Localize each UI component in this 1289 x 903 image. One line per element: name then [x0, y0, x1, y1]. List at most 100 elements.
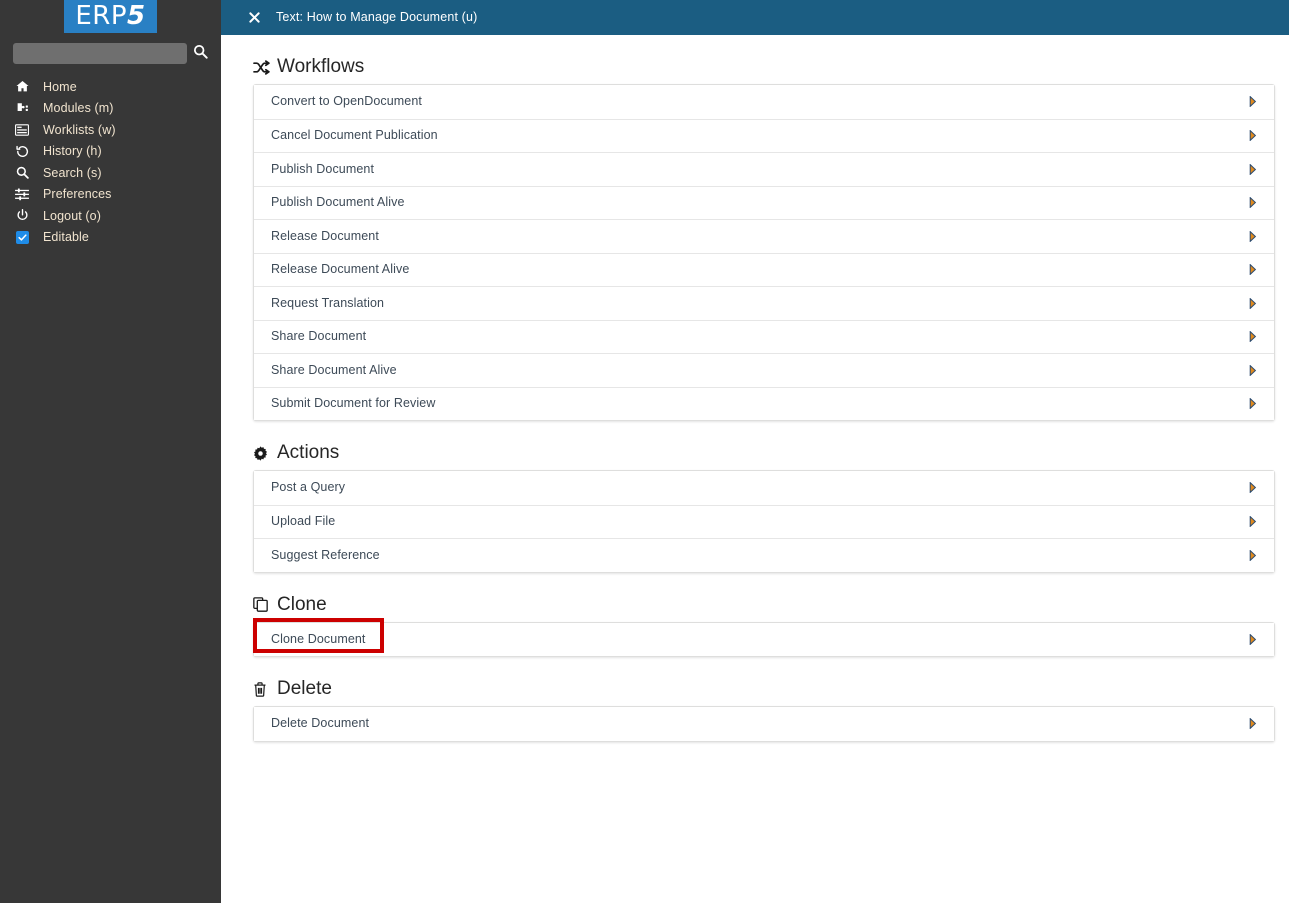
workflow-row[interactable]: Submit Document for Review: [254, 386, 1274, 420]
chevron-right-icon: [1248, 197, 1258, 209]
row-label: Publish Document Alive: [271, 195, 405, 210]
page-title: Text: How to Manage Document (u): [276, 10, 478, 24]
gear-icon: [253, 445, 270, 461]
section-header: Delete: [221, 676, 1289, 702]
logo-accent: 5: [127, 1, 146, 31]
action-row[interactable]: Upload File: [254, 504, 1274, 538]
row-label: Cancel Document Publication: [271, 128, 438, 143]
search-icon: [193, 44, 208, 62]
section-delete: Delete Delete Document: [221, 676, 1289, 742]
checkbox-checked-icon[interactable]: [12, 230, 32, 244]
row-label: Submit Document for Review: [271, 396, 436, 411]
chevron-right-icon: [1248, 297, 1258, 309]
chevron-right-icon: [1248, 163, 1258, 175]
erp5-application: ERP5 Home Modules (m) Worklists (w) Hist…: [0, 0, 1289, 903]
chevron-right-icon: [1248, 96, 1258, 108]
chevron-right-icon: [1248, 264, 1258, 276]
workflow-row[interactable]: Release Document Alive: [254, 252, 1274, 286]
history-icon: [12, 145, 32, 158]
chevron-right-icon: [1248, 516, 1258, 528]
section-title: Delete: [277, 678, 332, 699]
row-label: Share Document Alive: [271, 362, 397, 377]
sidebar-item-label: Modules (m): [43, 101, 114, 116]
section-workflows: Workflows Convert to OpenDocument Cancel…: [221, 54, 1289, 421]
row-label: Upload File: [271, 514, 336, 529]
row-label: Share Document: [271, 329, 367, 344]
section-header: Actions: [221, 440, 1289, 466]
sidebar-item-label: Search (s): [43, 165, 102, 180]
close-icon[interactable]: [247, 11, 261, 25]
chevron-right-icon: [1248, 364, 1258, 376]
search-input[interactable]: [13, 42, 187, 64]
row-label: Convert to OpenDocument: [271, 94, 422, 109]
sidebar-search-row: [0, 42, 221, 64]
sidebar-item-home[interactable]: Home: [0, 76, 221, 98]
sidebar-item-label: Worklists (w): [43, 122, 116, 137]
row-label: Release Document Alive: [271, 262, 410, 277]
trash-icon: [253, 681, 270, 697]
workflow-row[interactable]: Share Document Alive: [254, 353, 1274, 387]
delete-document-row[interactable]: Delete Document: [254, 707, 1274, 741]
sidebar-item-label: Logout (o): [43, 208, 101, 223]
modules-icon: [12, 102, 32, 115]
chevron-right-icon: [1248, 482, 1258, 494]
chevron-right-icon: [1248, 331, 1258, 343]
section-title: Actions: [277, 442, 340, 463]
actions-panel: Post a Query Upload File Suggest Referen…: [253, 470, 1275, 573]
row-label: Publish Document: [271, 161, 375, 176]
shuffle-icon: [253, 59, 270, 75]
logo-container: ERP5: [0, 0, 221, 34]
section-header: Workflows: [221, 54, 1289, 80]
search-icon: [12, 166, 32, 180]
delete-panel: Delete Document: [253, 706, 1275, 742]
logo-text: ERP: [75, 1, 128, 31]
sidebar-item-modules[interactable]: Modules (m): [0, 98, 221, 120]
workflow-row[interactable]: Share Document: [254, 319, 1274, 353]
chevron-right-icon: [1248, 718, 1258, 730]
document-header-bar: Text: How to Manage Document (u): [221, 0, 1289, 35]
sidebar-item-worklists[interactable]: Worklists (w): [0, 119, 221, 141]
chevron-right-icon: [1248, 398, 1258, 410]
workflow-row[interactable]: Publish Document Alive: [254, 185, 1274, 219]
clone-panel: Clone Document: [253, 617, 1275, 657]
clone-document-row[interactable]: Clone Document: [253, 617, 1274, 656]
action-row[interactable]: Suggest Reference: [254, 538, 1274, 572]
workflow-row[interactable]: Request Translation: [254, 286, 1274, 320]
checkbox-box: [15, 230, 29, 244]
section-clone: Clone Clone Document: [221, 592, 1289, 657]
worklists-icon: [12, 124, 32, 136]
section-actions: Actions Post a Query Upload File Suggest…: [221, 440, 1289, 573]
row-label: Request Translation: [271, 295, 385, 310]
search-button[interactable]: [187, 43, 213, 64]
power-icon: [12, 209, 32, 222]
erp5-logo[interactable]: ERP5: [64, 0, 157, 33]
chevron-right-icon: [1248, 230, 1258, 242]
sidebar-item-label: Editable: [43, 230, 89, 245]
workflow-row[interactable]: Release Document: [254, 219, 1274, 253]
sidebar-item-logout[interactable]: Logout (o): [0, 205, 221, 227]
action-row[interactable]: Post a Query: [254, 471, 1274, 505]
workflow-row[interactable]: Publish Document: [254, 152, 1274, 186]
sidebar-item-history[interactable]: History (h): [0, 141, 221, 163]
workflow-row[interactable]: Convert to OpenDocument: [254, 85, 1274, 119]
workflows-panel: Convert to OpenDocument Cancel Document …: [253, 84, 1275, 421]
chevron-right-icon: [1248, 633, 1258, 645]
row-label: Delete Document: [271, 716, 370, 731]
sidebar: ERP5 Home Modules (m) Worklists (w) Hist…: [0, 0, 221, 903]
sidebar-item-preferences[interactable]: Preferences: [0, 184, 221, 206]
section-title: Clone: [277, 593, 327, 615]
sidebar-item-editable[interactable]: Editable: [0, 227, 221, 249]
workflow-row[interactable]: Cancel Document Publication: [254, 118, 1274, 152]
sidebar-item-label: History (h): [43, 144, 102, 159]
sidebar-item-search[interactable]: Search (s): [0, 162, 221, 184]
sliders-icon: [12, 188, 32, 201]
sidebar-item-label: Preferences: [43, 187, 112, 202]
row-label: Release Document: [271, 228, 379, 243]
sidebar-item-label: Home: [43, 79, 77, 94]
row-label: Suggest Reference: [271, 547, 380, 562]
section-title: Workflows: [277, 56, 365, 77]
section-header: Clone: [221, 592, 1289, 618]
chevron-right-icon: [1248, 549, 1258, 561]
copy-icon: [253, 597, 270, 612]
main-content: Workflows Convert to OpenDocument Cancel…: [221, 35, 1289, 903]
